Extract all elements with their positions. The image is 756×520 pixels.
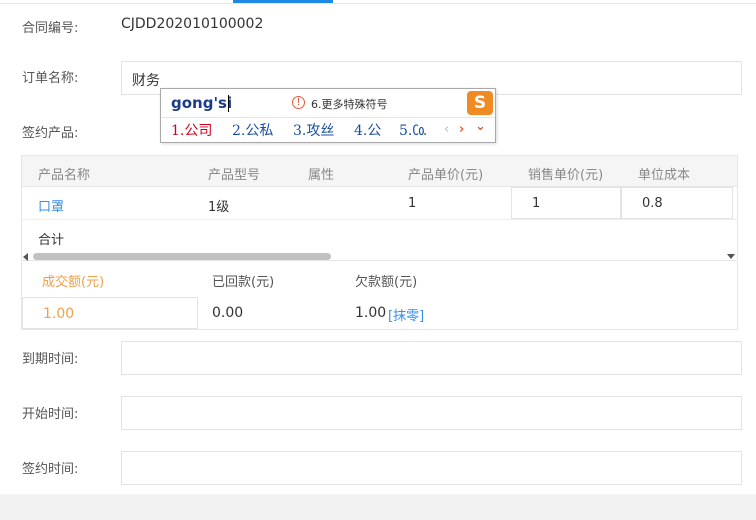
start-date-label: 开始时间: xyxy=(22,407,79,422)
paid-amount-value: 0.00 xyxy=(212,305,244,321)
ime-pinyin-composition: gong'si xyxy=(171,94,233,112)
owed-amount-value: 1.00 xyxy=(355,305,387,321)
owed-amount-label: 欠款额(元) xyxy=(355,275,418,290)
ime-caret xyxy=(228,95,229,112)
ime-candidate[interactable]: 1.公司 xyxy=(171,120,212,140)
ime-candidate[interactable]: 2.公私 xyxy=(232,120,273,140)
amount-summary: 成交额(元) 1.00 已回款(元) 0.00 欠款额(元) 1.00 [抹零] xyxy=(21,262,738,330)
row-unit-price: 1 xyxy=(408,196,417,211)
info-icon: ! xyxy=(292,96,305,109)
total-label: 合计 xyxy=(38,233,65,248)
unit-cost-input[interactable]: 0.8 xyxy=(621,187,733,219)
product-table: 产品名称 产品型号 属性 产品单价(元) 销售单价(元) 单位成本 口罩 1级 … xyxy=(21,155,738,261)
th-product-name: 产品名称 xyxy=(38,168,91,183)
scroll-right-arrow-icon[interactable] xyxy=(727,254,735,259)
ime-divider xyxy=(161,117,495,118)
row-product-name-link[interactable]: 口罩 xyxy=(38,196,64,215)
due-date-input[interactable] xyxy=(121,341,742,375)
th-sale-price: 销售单价(元) xyxy=(528,168,604,183)
unit-cost-value: 0.8 xyxy=(642,196,663,211)
contract-no-label: 合同编号: xyxy=(22,21,79,36)
signed-product-label: 签约产品: xyxy=(22,126,79,141)
sign-date-label: 签约时间: xyxy=(22,462,79,477)
table-header: 产品名称 产品型号 属性 产品单价(元) 销售单价(元) 单位成本 xyxy=(22,156,737,187)
ime-prev-page-icon[interactable]: ‹ xyxy=(444,122,449,137)
th-unit-cost: 单位成本 xyxy=(638,168,691,183)
deal-amount-label: 成交额(元) xyxy=(42,275,105,290)
deal-amount-value: 1.00 xyxy=(43,306,75,322)
contract-form-panel: 合同编号: CJDD202010100002 订单名称: 财务 签约产品: 产品… xyxy=(0,0,756,494)
start-date-input[interactable] xyxy=(121,396,742,430)
sale-price-input[interactable]: 1 xyxy=(511,187,621,219)
sogou-logo-icon[interactable]: S xyxy=(467,91,493,115)
ime-next-page-icon[interactable]: › xyxy=(459,122,464,137)
deal-amount-input[interactable]: 1.00 xyxy=(22,297,198,329)
ime-candidate[interactable]: 5.㏇ xyxy=(399,120,426,140)
ime-expand-icon[interactable]: ⌄ xyxy=(475,119,486,134)
order-name-text: 财务 xyxy=(132,73,160,89)
ime-special-symbols-tip[interactable]: 6.更多特殊符号 xyxy=(311,96,388,112)
scrollbar-thumb[interactable] xyxy=(33,253,331,260)
ime-candidate[interactable]: 3.攻丝 xyxy=(293,120,334,140)
total-row: 合计 xyxy=(22,219,737,251)
tab-divider xyxy=(0,3,756,4)
th-product-model: 产品型号 xyxy=(208,168,261,183)
round-off-link[interactable]: [抹零] xyxy=(388,305,424,324)
paid-amount-label: 已回款(元) xyxy=(212,275,275,290)
th-unit-price: 产品单价(元) xyxy=(408,168,484,183)
scroll-left-arrow-icon[interactable] xyxy=(23,253,28,261)
sign-date-input[interactable] xyxy=(121,451,742,485)
contract-no-value: CJDD202010100002 xyxy=(121,16,264,32)
row-product-model: 1级 xyxy=(208,200,230,215)
ime-candidate[interactable]: 4.公 xyxy=(354,120,381,140)
ime-candidate-window: gong'si ! 6.更多特殊符号 S 1.公司 2.公私 3.攻丝 4.公 … xyxy=(160,88,496,143)
th-attribute: 属性 xyxy=(308,168,335,183)
order-name-label: 订单名称: xyxy=(22,71,79,86)
sale-price-value: 1 xyxy=(532,196,541,211)
due-date-label: 到期时间: xyxy=(22,352,79,367)
